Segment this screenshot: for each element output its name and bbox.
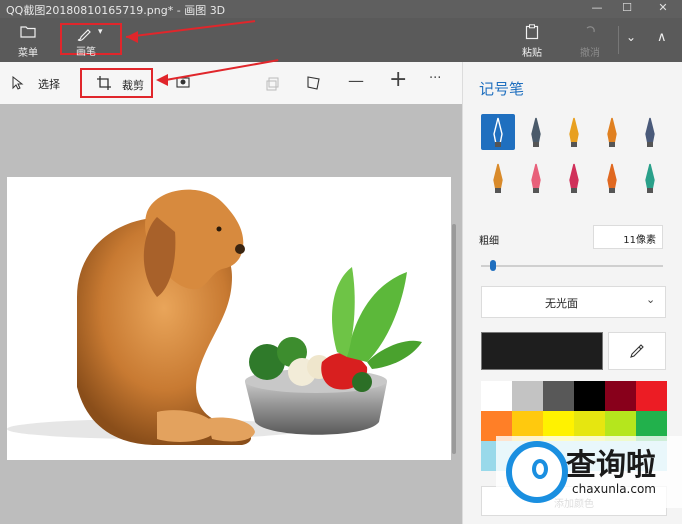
copy-icon[interactable] xyxy=(266,76,280,95)
zoom-out-button[interactable]: — xyxy=(348,71,364,90)
menu-label: 菜单 xyxy=(18,48,38,59)
canvas-image[interactable] xyxy=(7,177,451,460)
zoom-in-button[interactable]: + xyxy=(389,67,407,92)
undo-button[interactable]: 撤消 xyxy=(570,18,610,62)
finish-dropdown-value: 无光面 xyxy=(545,297,578,310)
thickness-input[interactable]: 11像素 xyxy=(593,225,663,249)
current-color-swatch[interactable] xyxy=(481,332,603,370)
brushes-label: 画笔 xyxy=(76,47,96,58)
crop-tool[interactable]: 裁剪 xyxy=(80,68,153,98)
fill-bucket-icon[interactable] xyxy=(633,160,667,196)
collapse-ribbon-icon[interactable]: ∧ xyxy=(657,30,667,45)
annotation-arrowhead-crop xyxy=(156,74,168,86)
undo-label: 撤消 xyxy=(580,48,600,59)
eyedropper-icon xyxy=(629,343,645,363)
more-options-button[interactable]: ··· xyxy=(429,71,441,86)
annotation-arrowhead-brushes xyxy=(126,31,138,43)
thickness-slider-thumb[interactable] xyxy=(490,260,497,271)
chevron-down-icon: ⌄ xyxy=(646,293,656,306)
more-dropdown-icon[interactable]: ⌄ xyxy=(626,30,636,44)
watermark-brand: 查询啦 xyxy=(566,448,656,483)
calligraphy-pen-icon[interactable] xyxy=(519,114,553,150)
dog-with-vegetables-illustration xyxy=(7,189,422,445)
vertical-scrollbar[interactable] xyxy=(452,224,456,454)
panel-title: 记号笔 xyxy=(479,80,525,98)
pixel-pen-icon[interactable] xyxy=(633,114,667,150)
menu-button[interactable]: 菜单 xyxy=(8,18,48,62)
cursor-icon xyxy=(12,75,24,94)
palette-swatch[interactable] xyxy=(512,381,543,411)
select-label: 选择 xyxy=(38,78,60,91)
flag-icon[interactable] xyxy=(306,75,322,95)
ribbon-divider xyxy=(618,26,619,54)
spray-can-icon[interactable] xyxy=(595,160,629,196)
palette-swatch[interactable] xyxy=(574,381,605,411)
folder-icon xyxy=(8,24,48,44)
minimize-button[interactable]: — xyxy=(582,0,612,18)
chevron-down-icon: ▾ xyxy=(98,27,103,37)
palette-swatch[interactable] xyxy=(543,381,574,411)
watercolor-icon[interactable] xyxy=(595,114,629,150)
paste-button[interactable]: 粘贴 xyxy=(512,18,552,62)
thickness-slider-track[interactable] xyxy=(481,265,663,267)
maximize-button[interactable]: ☐ xyxy=(612,0,642,18)
eraser-icon[interactable] xyxy=(519,160,553,196)
clipboard-icon xyxy=(512,24,552,44)
palette-swatch[interactable] xyxy=(481,381,512,411)
undo-icon xyxy=(570,24,610,44)
watermark-logo xyxy=(506,441,568,503)
close-button[interactable]: ✕ xyxy=(648,0,678,18)
finish-dropdown[interactable]: 无光面 ⌄ xyxy=(481,286,666,318)
paste-label: 粘贴 xyxy=(522,48,542,59)
title-bar: QQ截图20180810165719.png* - 画图 3D — ☐ ✕ xyxy=(0,0,682,18)
palette-swatch[interactable] xyxy=(605,381,636,411)
watermark-url: chaxunla.com xyxy=(572,482,656,496)
brush-grid xyxy=(481,114,671,204)
crayon-icon[interactable] xyxy=(557,160,591,196)
eyedropper-button[interactable] xyxy=(608,332,666,370)
crop-label: 裁剪 xyxy=(122,79,144,92)
magnifier-icon xyxy=(532,459,548,479)
pencil-icon[interactable] xyxy=(481,160,515,196)
select-tool[interactable]: 选择 xyxy=(12,75,68,93)
window-title: QQ截图20180810165719.png* - 画图 3D xyxy=(6,4,226,17)
crop-icon xyxy=(96,75,112,95)
ribbon: 菜单 ▾ 画笔 粘贴 撤消 ⌄ ∧ xyxy=(0,18,682,62)
palette-swatch[interactable] xyxy=(636,381,667,411)
thickness-label: 粗细 xyxy=(479,236,499,247)
marker-icon[interactable] xyxy=(481,114,515,150)
oil-brush-icon[interactable] xyxy=(557,114,591,150)
brushes-button[interactable]: ▾ 画笔 xyxy=(60,23,122,58)
